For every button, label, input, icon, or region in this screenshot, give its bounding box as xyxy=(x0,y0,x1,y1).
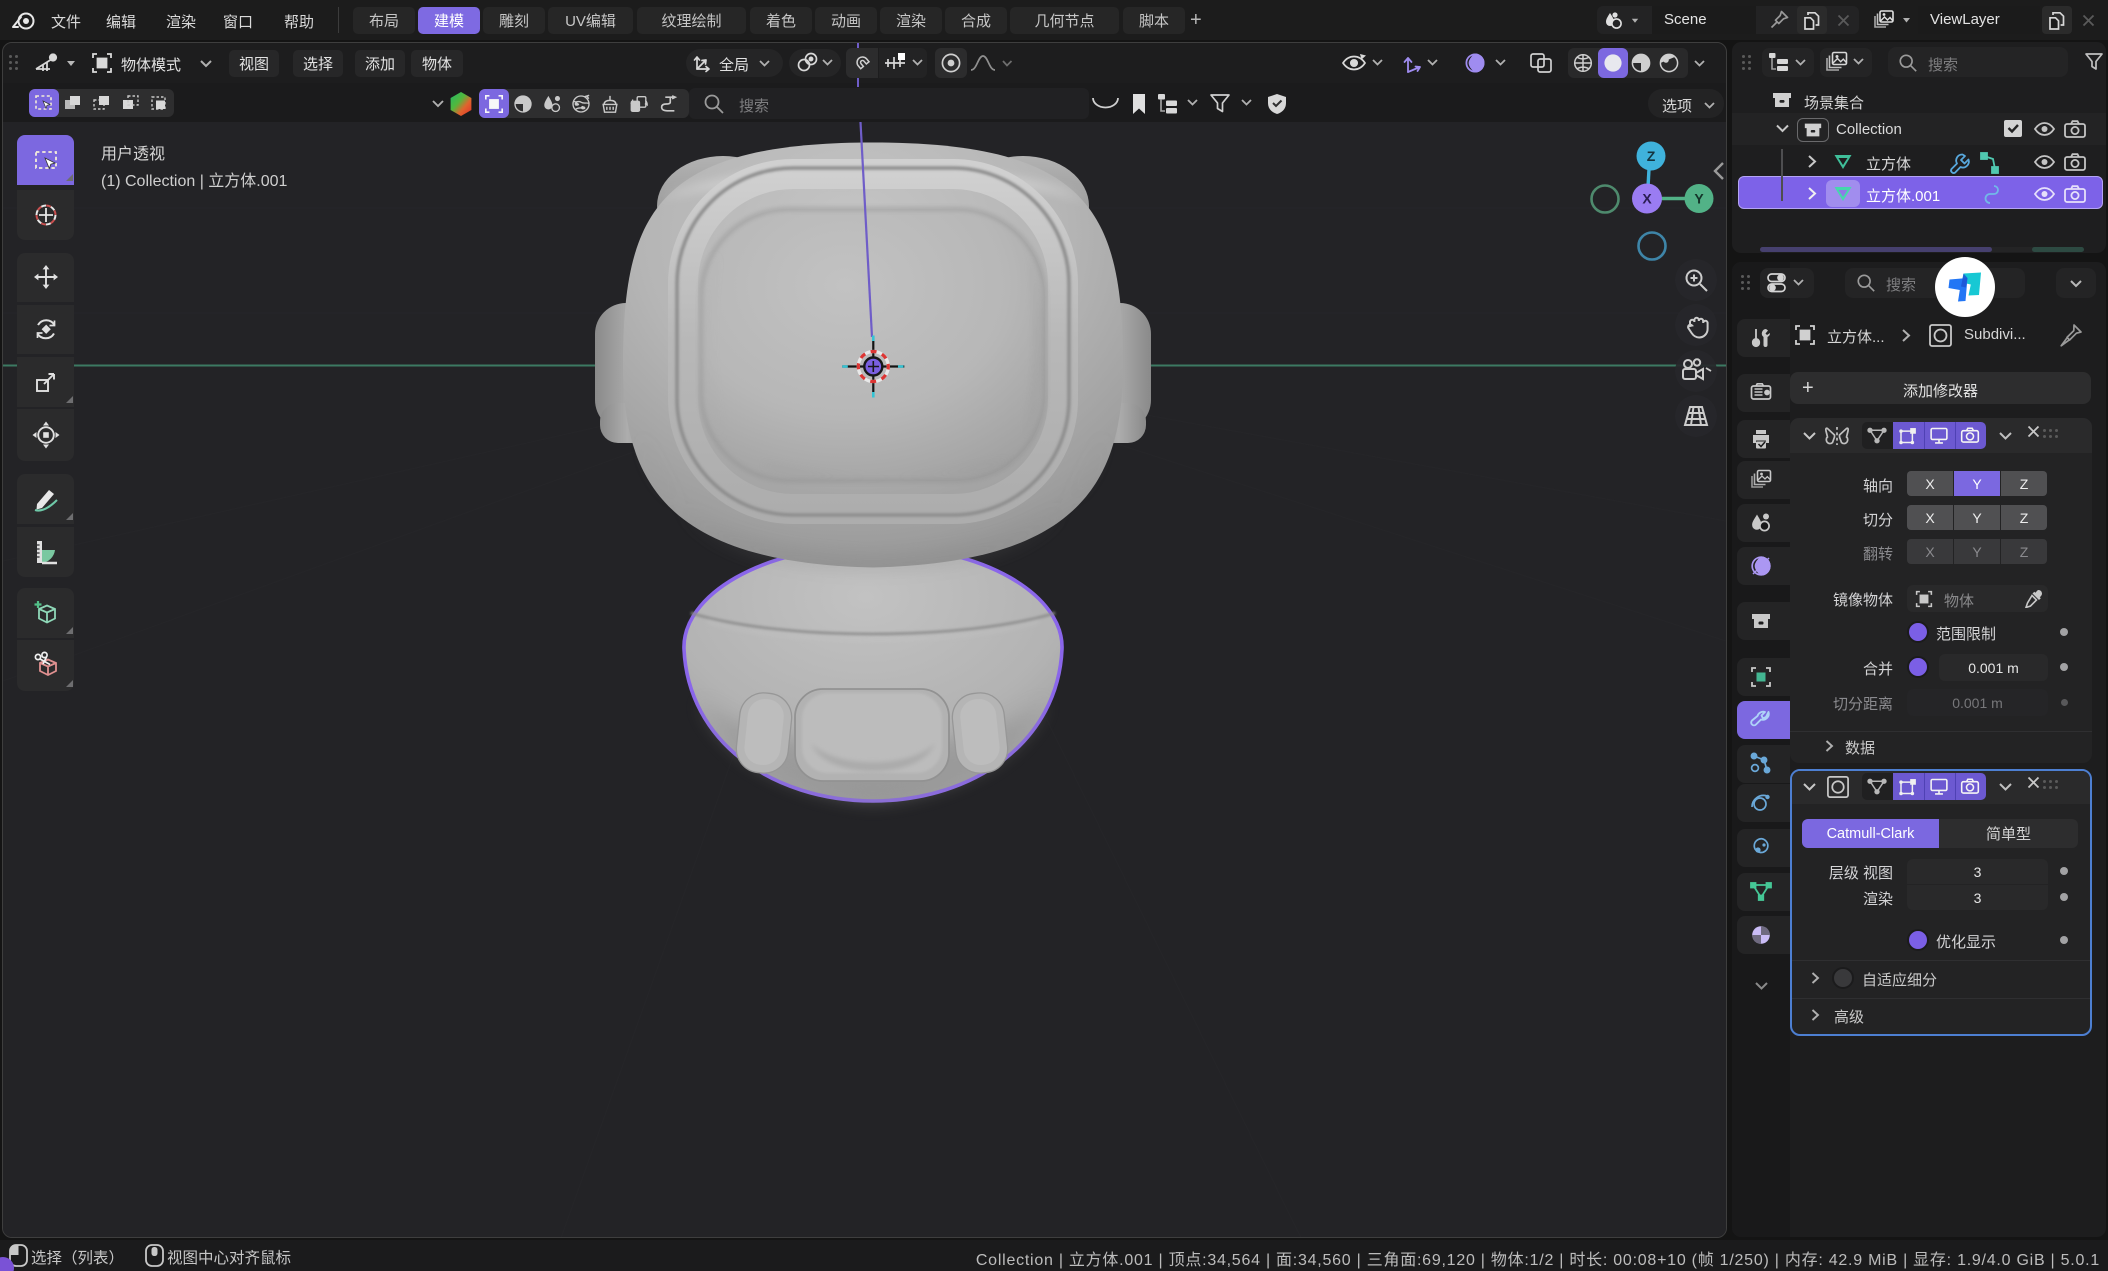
svg-text:X: X xyxy=(1642,191,1652,207)
svg-text:Y: Y xyxy=(1694,191,1704,207)
svg-text:Z: Z xyxy=(1647,148,1656,164)
